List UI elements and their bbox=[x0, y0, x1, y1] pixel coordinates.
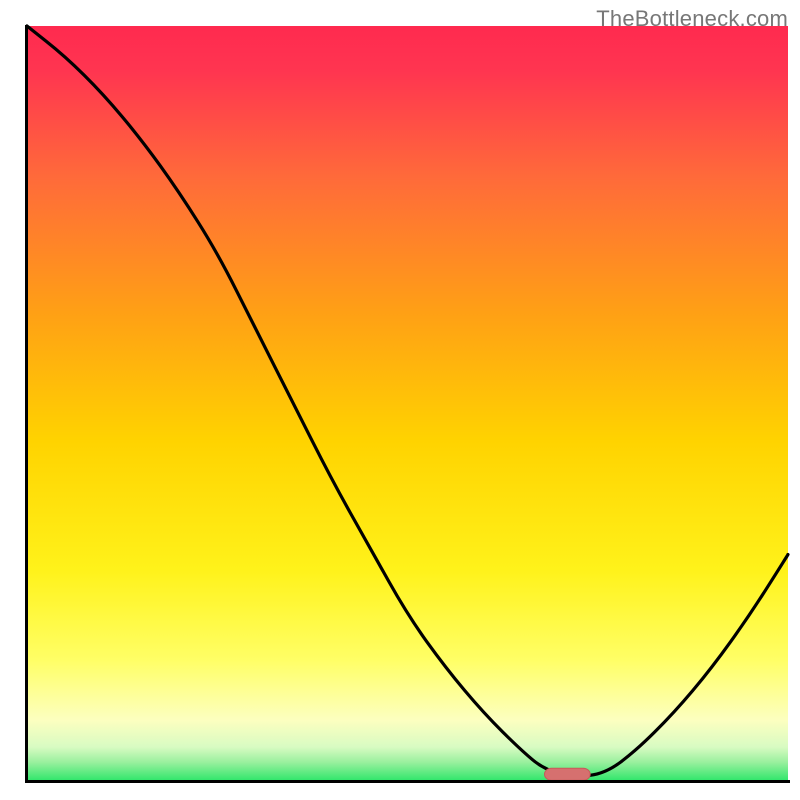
bottleneck-chart bbox=[0, 0, 800, 800]
plot-area bbox=[25, 25, 790, 782]
chart-container: TheBottleneck.com bbox=[0, 0, 800, 800]
optimal-marker bbox=[545, 768, 591, 780]
watermark-text: TheBottleneck.com bbox=[596, 6, 788, 32]
